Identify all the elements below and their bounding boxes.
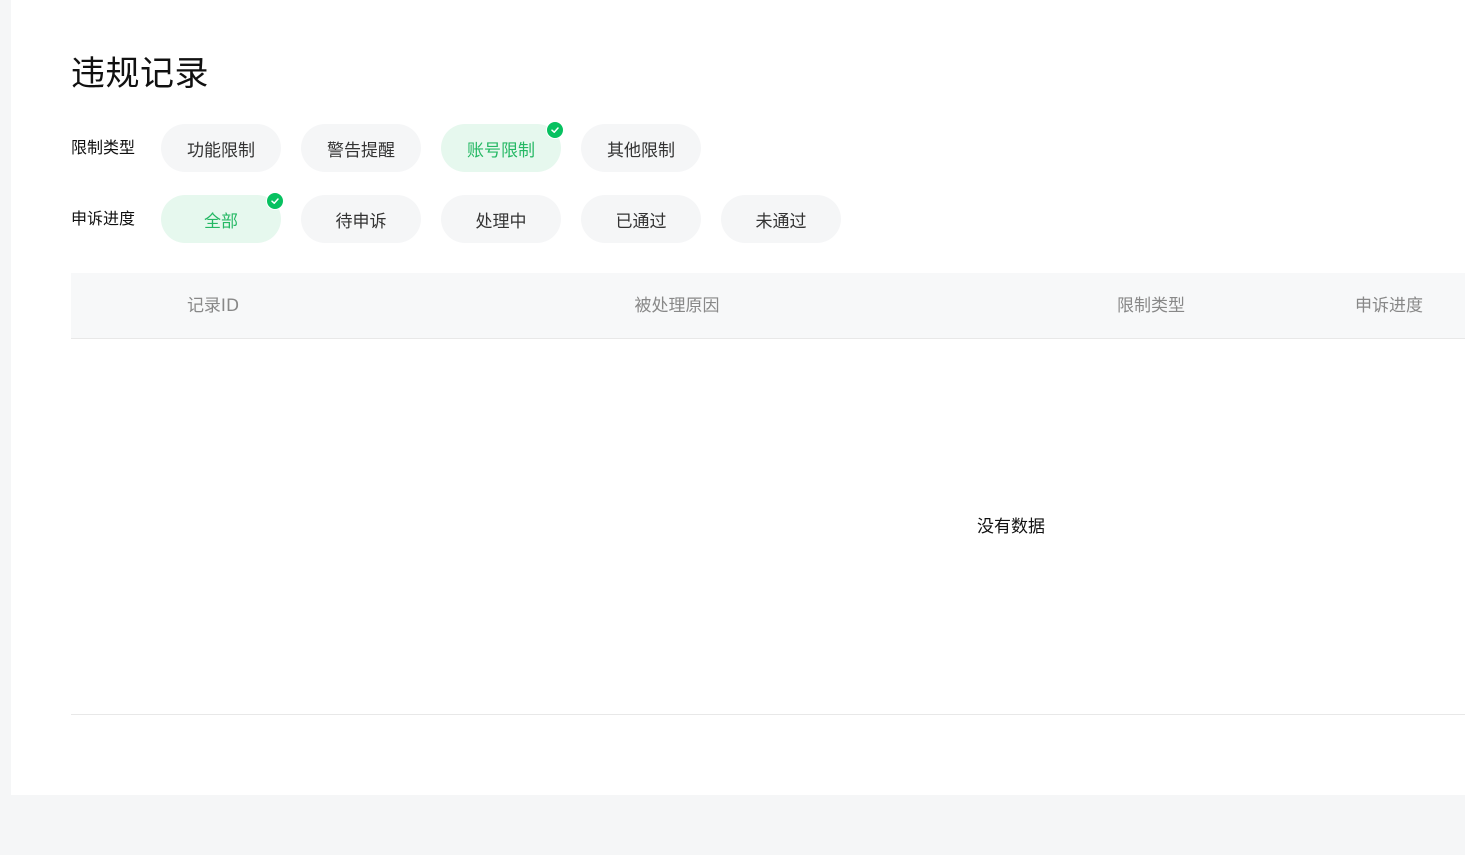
column-header-record-id: 记录ID (186, 296, 240, 316)
chip-other-restriction[interactable]: 其他限制 (581, 124, 701, 172)
chip-warning-reminder[interactable]: 警告提醒 (301, 124, 421, 172)
chip-processing[interactable]: 处理中 (441, 195, 561, 243)
chip-label: 警告提醒 (327, 140, 395, 161)
chip-pending-appeal[interactable]: 待申诉 (301, 195, 421, 243)
content-card: 违规记录 限制类型 功能限制 警告提醒 账号限制 其他限制 申诉进度 全部 待申… (11, 0, 1465, 795)
table-body: 没有数据 (71, 339, 1465, 715)
table-header: 记录ID 被处理原因 限制类型 申诉进度 (71, 273, 1465, 339)
column-header-reason: 被处理原因 (634, 296, 720, 316)
chip-all[interactable]: 全部 (161, 192, 284, 243)
chip-function-restriction[interactable]: 功能限制 (161, 124, 281, 172)
chip-label: 其他限制 (607, 140, 675, 161)
violation-records-table: 记录ID 被处理原因 限制类型 申诉进度 没有数据 (71, 273, 1465, 715)
empty-state-text: 没有数据 (977, 517, 1045, 537)
chip-rejected[interactable]: 未通过 (721, 195, 841, 243)
restriction-type-filter: 限制类型 功能限制 警告提醒 账号限制 其他限制 (71, 121, 721, 172)
chip-approved[interactable]: 已通过 (581, 195, 701, 243)
check-circle-icon (546, 121, 564, 139)
appeal-progress-label: 申诉进度 (71, 209, 136, 228)
column-header-appeal-progress: 申诉进度 (1355, 296, 1423, 316)
appeal-progress-filter: 申诉进度 全部 待申诉 处理中 已通过 未通过 (71, 192, 861, 243)
restriction-type-label: 限制类型 (71, 138, 136, 157)
chip-label: 未通过 (755, 211, 807, 232)
chip-account-restriction[interactable]: 账号限制 (441, 121, 564, 172)
chip-label: 处理中 (475, 211, 527, 232)
chip-label: 账号限制 (467, 140, 535, 161)
page-title: 违规记录 (71, 54, 209, 94)
chip-label: 功能限制 (187, 140, 255, 161)
check-circle-icon (266, 192, 284, 210)
chip-label: 已通过 (615, 211, 667, 232)
chip-label: 全部 (204, 211, 238, 232)
column-header-restriction-type: 限制类型 (1117, 296, 1185, 316)
chip-label: 待申诉 (335, 211, 387, 232)
